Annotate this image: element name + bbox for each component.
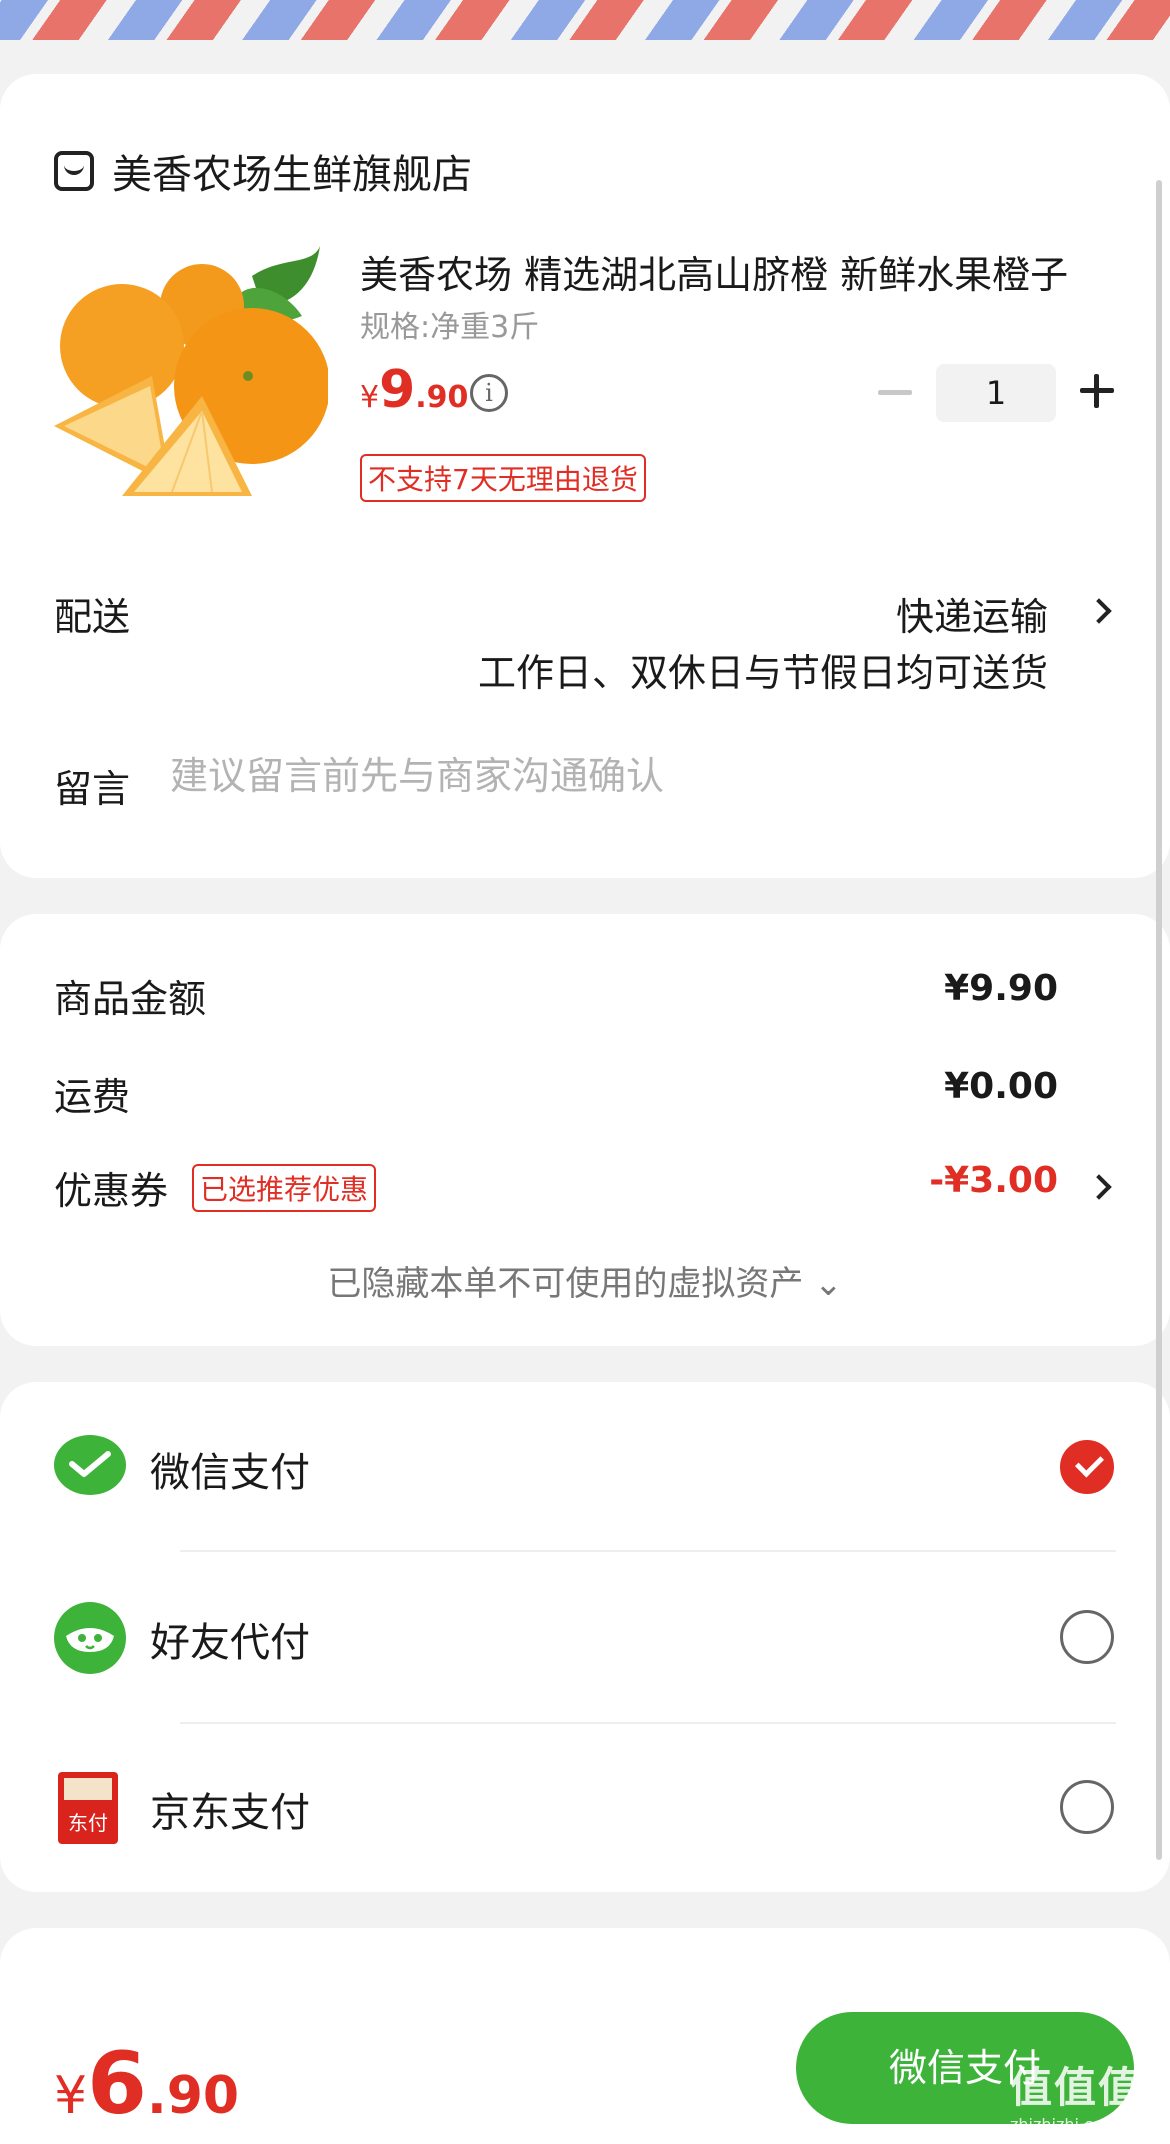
payment-option-jd[interactable]: 东付 京东支付 [0,1722,1170,1892]
payment-label: 微信支付 [150,1450,310,1496]
radio-selected[interactable] [1060,1440,1114,1494]
scrollbar[interactable] [1156,180,1162,1860]
message-input[interactable] [170,754,1070,798]
delivery-label: 配送 [54,595,131,639]
total-decimal: .90 [146,2066,240,2126]
product-image[interactable] [52,246,328,518]
quantity-decrease-button[interactable] [878,390,912,395]
order-card: 美香农场生鲜旗舰店 美香农场 精选湖北高山脐橙 新鲜水果橙子 规格:净重3斤 ¥… [0,74,1170,878]
goods-amount-label: 商品金额 [54,977,207,1021]
watermark: 值值值 zhizhizhi.com [1010,2054,1160,2144]
message-label: 留言 [54,767,131,811]
shop-header[interactable]: 美香农场生鲜旗舰店 [54,142,472,200]
friend-pay-icon [54,1602,126,1674]
price-decimal: .90 [415,380,469,415]
product-price: ¥ 9 .90 [360,360,468,420]
payment-label: 京东支付 [150,1790,310,1836]
quantity-value[interactable]: 1 [936,364,1056,422]
store-icon [54,151,94,191]
wechat-pay-icon [54,1435,126,1495]
payment-methods-card: 微信支付 好友代付 东付 京东支付 [0,1382,1170,1892]
watermark-logo: 值值值 [1010,2063,1143,2112]
envelope-border-stripe [0,0,1170,40]
delivery-note: 工作日、双休日与节假日均可送货 [477,651,1048,695]
total-integer: 6 [87,2034,147,2134]
goods-amount-value: ¥9.90 [944,968,1058,1009]
jd-icon-text: 东付 [68,1811,108,1835]
total-price: ¥ 6 .90 [54,2034,239,2134]
shipping-fee-label: 运费 [54,1075,131,1119]
return-policy-badge: 不支持7天无理由退货 [360,454,646,502]
amount-card: 商品金额 ¥9.90 运费 ¥0.00 优惠券 已选推荐优惠 -¥3.00 已隐… [0,914,1170,1346]
product-spec: 规格:净重3斤 [360,310,540,345]
price-currency: ¥ [360,380,380,415]
hidden-assets-toggle[interactable]: 已隐藏本单不可使用的虚拟资产 ⌄ [0,1256,1170,1305]
payment-label: 好友代付 [150,1620,310,1666]
total-currency: ¥ [54,2066,88,2126]
coupon-chevron-icon[interactable] [1086,1174,1112,1200]
quantity-increase-button[interactable] [1080,374,1114,408]
price-info-icon[interactable]: i [470,374,508,412]
delivery-method[interactable]: 快递运输 [896,586,1048,641]
shipping-fee-value: ¥0.00 [944,1066,1058,1107]
radio-unselected[interactable] [1060,1610,1114,1664]
watermark-url: zhizhizhi.com [1010,2115,1119,2134]
jd-pay-icon: 东付 [58,1772,118,1844]
price-integer: 9 [379,360,416,420]
chevron-right-icon[interactable] [1086,598,1112,624]
shop-name: 美香农场生鲜旗舰店 [112,152,472,198]
coupon-tag: 已选推荐优惠 [192,1164,377,1212]
checkout-bar: ¥ 6 .90 微信支付 [0,1994,1170,2144]
payment-option-friend[interactable]: 好友代付 [0,1552,1170,1722]
radio-unselected[interactable] [1060,1780,1114,1834]
coupon-label: 优惠券 [54,1169,169,1213]
payment-option-wechat[interactable]: 微信支付 [0,1382,1170,1552]
coupon-value[interactable]: -¥3.00 [929,1160,1058,1201]
product-title[interactable]: 美香农场 精选湖北高山脐橙 新鲜水果橙子 [360,244,1120,299]
